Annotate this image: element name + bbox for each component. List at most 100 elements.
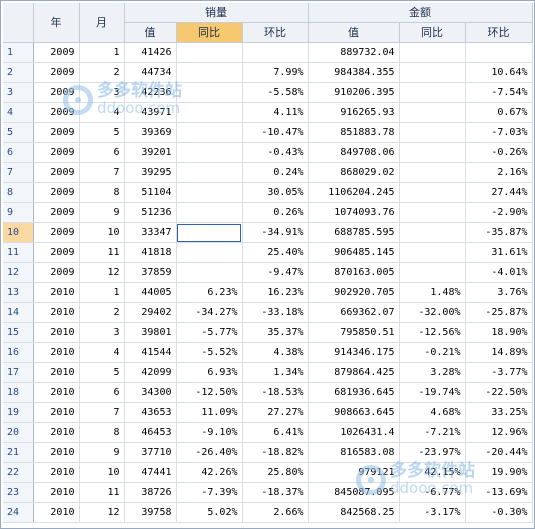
cell-amount-mom[interactable]: -7.03%: [465, 122, 533, 143]
cell-volume-yoy[interactable]: -26.40%: [176, 442, 243, 463]
cell-volume-yoy[interactable]: [176, 62, 243, 83]
cell-month[interactable]: 3: [79, 322, 125, 343]
cell-month[interactable]: 9: [79, 202, 125, 223]
row-header[interactable]: 14: [3, 302, 34, 323]
cell-volume-value[interactable]: 41426: [124, 42, 177, 63]
cell-volume-mom[interactable]: -10.47%: [242, 122, 309, 143]
cell-amount-value[interactable]: 910206.395: [308, 82, 400, 103]
table-row[interactable]: 4 2009 4 43971 4.11% 916265.93 0.67%: [3, 102, 533, 123]
cell-volume-yoy[interactable]: [176, 242, 243, 263]
cell-volume-yoy[interactable]: [176, 122, 243, 143]
cell-month[interactable]: 10: [79, 222, 125, 243]
cell-volume-mom[interactable]: 2.66%: [242, 502, 309, 523]
row-header[interactable]: 9: [3, 202, 34, 223]
header-amount-yoy[interactable]: 同比: [399, 22, 466, 43]
cell-amount-value[interactable]: 795850.51: [308, 322, 400, 343]
cell-amount-yoy[interactable]: 1.48%: [399, 282, 466, 303]
cell-amount-mom[interactable]: -7.54%: [465, 82, 533, 103]
row-header[interactable]: 10: [3, 222, 34, 243]
cell-volume-value[interactable]: 29402: [124, 302, 177, 323]
cell-amount-mom[interactable]: -2.90%: [465, 202, 533, 223]
table-row[interactable]: 8 2009 8 51104 30.05% 1106204.245 27.44%: [3, 182, 533, 203]
cell-year[interactable]: 2010: [33, 402, 80, 423]
cell-year[interactable]: 2009: [33, 62, 80, 83]
table-row[interactable]: 18 2010 6 34300 -12.50% -18.53% 681936.645 -19.…: [3, 382, 533, 403]
cell-volume-yoy[interactable]: -5.77%: [176, 322, 243, 343]
cell-amount-value[interactable]: 851883.78: [308, 122, 400, 143]
cell-volume-mom[interactable]: -18.37%: [242, 482, 309, 503]
cell-volume-value[interactable]: 51236: [124, 202, 177, 223]
cell-volume-mom[interactable]: 6.41%: [242, 422, 309, 443]
cell-year[interactable]: 2009: [33, 102, 80, 123]
cell-amount-mom[interactable]: -3.77%: [465, 362, 533, 383]
cell-amount-yoy[interactable]: -19.74%: [399, 382, 466, 403]
table-row[interactable]: 23 2010 11 38726 -7.39% -18.37% 845087.095 -6.7…: [3, 482, 533, 503]
table-row[interactable]: 3 2009 3 42236 -5.58% 910206.395 -7.54%: [3, 82, 533, 103]
cell-volume-mom[interactable]: [242, 42, 309, 63]
cell-month[interactable]: 9: [79, 442, 125, 463]
cell-volume-yoy[interactable]: -5.52%: [176, 342, 243, 363]
cell-volume-mom[interactable]: -9.47%: [242, 262, 309, 283]
cell-volume-yoy[interactable]: [176, 202, 243, 223]
cell-month[interactable]: 1: [79, 282, 125, 303]
row-header[interactable]: 4: [3, 102, 34, 123]
cell-amount-yoy[interactable]: [399, 222, 466, 243]
cell-amount-value[interactable]: 906485.145: [308, 242, 400, 263]
row-header[interactable]: 16: [3, 342, 34, 363]
cell-volume-yoy[interactable]: -7.39%: [176, 482, 243, 503]
cell-year[interactable]: 2010: [33, 462, 80, 483]
row-header[interactable]: 3: [3, 82, 34, 103]
cell-month[interactable]: 8: [79, 182, 125, 203]
row-header[interactable]: 5: [3, 122, 34, 143]
cell-amount-yoy[interactable]: [399, 202, 466, 223]
cell-volume-value[interactable]: 44005: [124, 282, 177, 303]
cell-amount-mom[interactable]: 0.67%: [465, 102, 533, 123]
cell-amount-yoy[interactable]: -6.77%: [399, 482, 466, 503]
cell-volume-value[interactable]: 41818: [124, 242, 177, 263]
cell-amount-value[interactable]: 669362.07: [308, 302, 400, 323]
row-header[interactable]: 11: [3, 242, 34, 263]
cell-month[interactable]: 1: [79, 42, 125, 63]
cell-volume-value[interactable]: 39295: [124, 162, 177, 183]
row-header[interactable]: 15: [3, 322, 34, 343]
cell-amount-value[interactable]: 870163.005: [308, 262, 400, 283]
cell-amount-value[interactable]: 1026431.4: [308, 422, 400, 443]
cell-volume-yoy[interactable]: [176, 262, 243, 283]
cell-volume-mom[interactable]: 16.23%: [242, 282, 309, 303]
cell-month[interactable]: 4: [79, 342, 125, 363]
cell-year[interactable]: 2010: [33, 502, 80, 523]
row-header[interactable]: 1: [3, 42, 34, 63]
table-row[interactable]: 13 2010 1 44005 6.23% 16.23% 902920.705 1.48% 3.…: [3, 282, 533, 303]
cell-amount-mom[interactable]: -0.30%: [465, 502, 533, 523]
row-header[interactable]: 2: [3, 62, 34, 83]
cell-amount-value[interactable]: 979121: [308, 462, 400, 483]
cell-amount-mom[interactable]: -22.50%: [465, 382, 533, 403]
cell-amount-value[interactable]: 849708.06: [308, 142, 400, 163]
cell-year[interactable]: 2009: [33, 162, 80, 183]
cell-amount-mom[interactable]: 33.25%: [465, 402, 533, 423]
cell-volume-value[interactable]: 37859: [124, 262, 177, 283]
row-header[interactable]: 13: [3, 282, 34, 303]
select-all-corner[interactable]: [3, 3, 34, 43]
header-volume-mom[interactable]: 环比: [242, 22, 309, 43]
cell-volume-mom[interactable]: -5.58%: [242, 82, 309, 103]
row-header[interactable]: 17: [3, 362, 34, 383]
cell-month[interactable]: 4: [79, 102, 125, 123]
cell-year[interactable]: 2010: [33, 342, 80, 363]
table-row[interactable]: 21 2010 9 37710 -26.40% -18.82% 816583.08 -23.9…: [3, 442, 533, 463]
cell-volume-value[interactable]: 41544: [124, 342, 177, 363]
cell-volume-value[interactable]: 47441: [124, 462, 177, 483]
cell-amount-yoy[interactable]: [399, 122, 466, 143]
cell-amount-mom[interactable]: -20.44%: [465, 442, 533, 463]
table-row[interactable]: 16 2010 4 41544 -5.52% 4.38% 914346.175 -0.21% 1…: [3, 342, 533, 363]
row-header[interactable]: 8: [3, 182, 34, 203]
cell-amount-yoy[interactable]: [399, 42, 466, 63]
cell-year[interactable]: 2009: [33, 242, 80, 263]
cell-month[interactable]: 5: [79, 362, 125, 383]
header-month[interactable]: 月: [79, 3, 125, 43]
header-group-amount[interactable]: 金额: [308, 3, 533, 23]
table-row[interactable]: 24 2010 12 39758 5.02% 2.66% 842568.25 -3.17% -0…: [3, 502, 533, 523]
cell-year[interactable]: 2010: [33, 442, 80, 463]
cell-volume-value[interactable]: 39201: [124, 142, 177, 163]
cell-month[interactable]: 2: [79, 302, 125, 323]
